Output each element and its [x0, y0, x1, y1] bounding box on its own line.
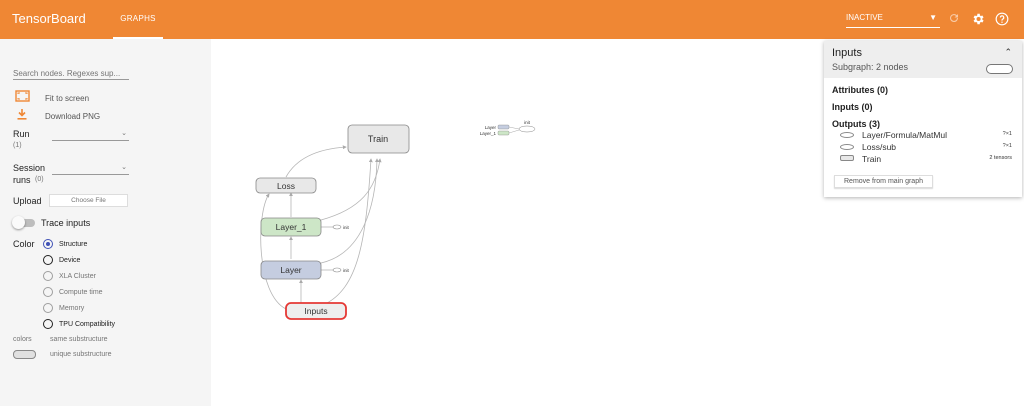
edge-layer1-train	[320, 158, 382, 221]
node-train-label: Train	[368, 134, 388, 144]
download-icon[interactable]	[17, 109, 27, 120]
output-item-shape: ?×1	[1002, 143, 1012, 149]
radio-tpu-label: TPU Compatibility	[59, 321, 116, 328]
edge-inputs-train	[322, 158, 373, 306]
radio-xla-cluster-label: XLA Cluster	[59, 273, 96, 280]
mini-layer-node[interactable]	[497, 124, 510, 130]
node-inputs-label: Inputs	[304, 306, 327, 316]
node-layer1-label: Layer_1	[276, 222, 307, 232]
session-label: Session	[13, 163, 46, 173]
chevron-down-icon: ▼	[929, 13, 937, 22]
run-count: (1)	[13, 142, 22, 149]
upload-label: Upload	[13, 196, 42, 206]
outputs-heading[interactable]: Outputs (3)	[832, 119, 880, 129]
mini-layer1-label: Layer_1	[480, 131, 497, 136]
sidebar: Fit to screen Download PNG Run (1) ⌄ Ses…	[0, 39, 211, 406]
init-label-layer1: init	[343, 225, 350, 230]
trace-toggle-knob[interactable]	[12, 216, 25, 229]
radio-structure-label: Structure	[59, 241, 88, 248]
mini-edges	[508, 126, 520, 134]
node-loss-label: Loss	[277, 181, 295, 191]
output-item-name[interactable]: Loss/sub	[862, 142, 896, 152]
output-item-shape: ?×1	[1002, 131, 1012, 137]
run-select[interactable]: ⌄	[52, 129, 129, 141]
output-item-icon	[840, 132, 854, 138]
output-item-name[interactable]: Train	[862, 154, 881, 164]
mini-layer-label: Layer	[485, 125, 497, 130]
output-item-shape: 2 tensors	[989, 155, 1012, 161]
edge-inputs-loss	[260, 193, 287, 310]
chevron-up-icon[interactable]: ⌃	[1004, 47, 1012, 58]
help-icon[interactable]	[995, 12, 1009, 26]
radio-compute-time-label: Compute time	[59, 289, 103, 296]
panel-header: Inputs Subgraph: 2 nodes ⌃	[824, 41, 1022, 78]
output-item-name[interactable]: Layer/Formula/MatMul	[862, 130, 947, 140]
radio-xla-cluster[interactable]	[43, 271, 53, 281]
session-runs-label: runs	[13, 175, 31, 185]
radio-structure[interactable]	[43, 239, 53, 249]
remove-from-main-graph-button[interactable]: Remove from main graph	[834, 175, 933, 188]
radio-memory[interactable]	[43, 303, 53, 313]
tab-graphs-label: GRAPHS	[120, 14, 156, 23]
session-count: (0)	[35, 176, 44, 183]
inputs-heading[interactable]: Inputs (0)	[832, 102, 873, 112]
gear-icon[interactable]	[971, 12, 985, 26]
app-title: TensorBoard	[12, 11, 86, 26]
init-label-layer: init	[343, 268, 350, 273]
run-label: Run	[13, 129, 30, 139]
init-node-layer1[interactable]	[332, 224, 342, 230]
output-item-icon	[840, 155, 854, 161]
radio-device[interactable]	[43, 255, 53, 265]
radio-tpu-compatibility[interactable]	[43, 319, 53, 329]
fit-screen-icon[interactable]	[15, 90, 30, 102]
chevron-down-icon: ⌄	[121, 164, 127, 171]
run-state-select[interactable]: INACTIVE ▼	[846, 10, 940, 28]
trace-inputs-label: Trace inputs	[41, 218, 91, 228]
panel-title: Inputs	[832, 47, 862, 59]
top-bar: TensorBoard GRAPHS INACTIVE ▼	[0, 0, 1024, 39]
run-state-value: INACTIVE	[846, 13, 883, 22]
radio-device-label: Device	[59, 257, 81, 264]
chevron-down-icon: ⌄	[121, 130, 127, 137]
radio-memory-label: Memory	[59, 305, 85, 312]
session-select[interactable]: ⌄	[52, 163, 129, 175]
node-layer-label: Layer	[280, 265, 301, 275]
tab-graphs[interactable]: GRAPHS	[113, 0, 163, 39]
panel-subtitle: Subgraph: 2 nodes	[832, 62, 909, 72]
download-png-button[interactable]: Download PNG	[45, 112, 100, 121]
radio-compute-time[interactable]	[43, 287, 53, 297]
graph-canvas[interactable]: Train Loss Layer_1 init Layer init Input…	[211, 39, 824, 406]
mini-layer1-node[interactable]	[497, 130, 510, 136]
edge-layer-train	[320, 158, 379, 264]
colors-legend-label: colors	[13, 336, 32, 343]
choose-file-button[interactable]: Choose File	[49, 194, 128, 207]
mini-init-label: init	[524, 120, 531, 125]
output-item-icon	[840, 144, 854, 150]
search-input[interactable]	[13, 66, 129, 80]
edge-loss-train	[285, 145, 347, 178]
node-info-panel: Inputs Subgraph: 2 nodes ⌃ Attributes (0…	[824, 41, 1022, 197]
init-node-layer[interactable]	[332, 267, 342, 273]
unique-substructure-label: unique substructure	[50, 351, 112, 358]
color-label: Color	[13, 239, 35, 249]
same-substructure-label: same substructure	[50, 336, 108, 343]
attributes-heading[interactable]: Attributes (0)	[832, 85, 888, 95]
panel-node-shape	[986, 64, 1013, 74]
fit-to-screen-button[interactable]: Fit to screen	[45, 94, 89, 103]
unique-substructure-swatch	[13, 350, 36, 359]
mini-init-node[interactable]	[518, 125, 536, 133]
refresh-icon[interactable]	[948, 12, 960, 24]
